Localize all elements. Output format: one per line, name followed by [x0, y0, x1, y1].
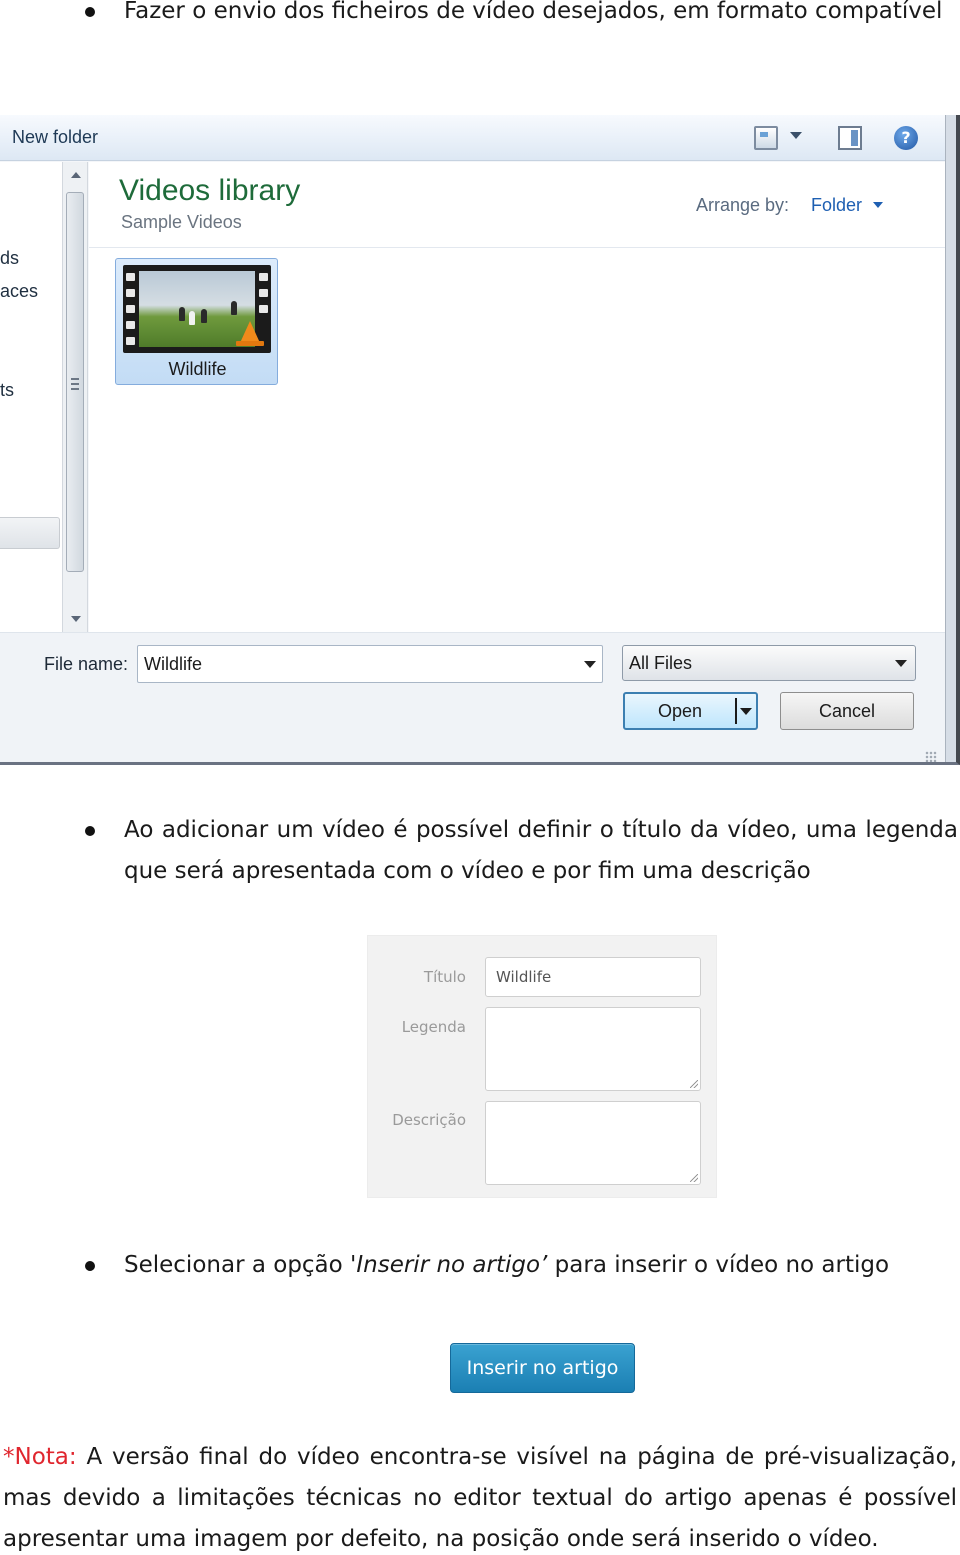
- film-sprocket: [126, 305, 135, 313]
- file-item-wildlife[interactable]: Wildlife: [115, 258, 278, 385]
- film-sprocket: [126, 321, 135, 329]
- library-header: Videos library Sample Videos Arrange by:…: [89, 162, 945, 248]
- film-sprocket: [259, 305, 268, 313]
- film-sprocket: [126, 273, 135, 281]
- bullet-dot: [85, 826, 95, 836]
- change-view-icon[interactable]: [754, 126, 778, 150]
- bullet-dot: [85, 7, 95, 17]
- chevron-down-icon[interactable]: [740, 708, 752, 715]
- description-textarea[interactable]: [485, 1101, 701, 1185]
- nav-item-selected[interactable]: [0, 517, 60, 549]
- new-folder-button[interactable]: New folder: [12, 127, 98, 148]
- preview-pane-icon[interactable]: [838, 126, 862, 150]
- open-button[interactable]: Open: [623, 692, 758, 730]
- caption-textarea[interactable]: [485, 1007, 701, 1091]
- film-sprocket: [259, 273, 268, 281]
- bullet-text: Ao adicionar um vídeo é possível definir…: [124, 817, 958, 884]
- arrange-by-dropdown[interactable]: Folder: [811, 195, 862, 216]
- bird: [189, 311, 195, 325]
- file-list-pane: Videos library Sample Videos Arrange by:…: [89, 162, 945, 632]
- bullet-text-after: para inserir o vídeo no artigo: [547, 1252, 890, 1278]
- nav-item[interactable]: aces: [0, 281, 38, 302]
- film-sprocket: [126, 289, 135, 297]
- file-name-input[interactable]: Wildlife: [137, 645, 603, 683]
- chevron-down-icon[interactable]: [895, 660, 907, 667]
- help-icon[interactable]: ?: [894, 126, 918, 150]
- arrange-by-label: Arrange by:: [696, 195, 790, 215]
- dialog-footer: File name: Wildlife All Files Open Cance…: [0, 632, 945, 762]
- insert-in-article-button[interactable]: Inserir no artigo: [450, 1343, 635, 1393]
- bullet-text-before: Selecionar a opção ': [124, 1252, 357, 1278]
- dialog-toolbar: New folder ?: [0, 115, 945, 161]
- vlc-cone-icon: [240, 321, 260, 343]
- thumbnail-image: [139, 271, 255, 347]
- bird: [201, 309, 207, 323]
- bullet-text-italic: Inserir no artigo’: [356, 1252, 548, 1278]
- window-edge: [945, 115, 956, 762]
- description-label: Descrição: [392, 1111, 466, 1129]
- file-open-dialog: New folder ? ds aces ts Videos library S…: [0, 115, 960, 765]
- file-type-select[interactable]: All Files: [622, 645, 916, 681]
- view-dropdown-icon[interactable]: [790, 132, 802, 139]
- chevron-down-icon[interactable]: [873, 202, 883, 208]
- film-sprocket: [259, 289, 268, 297]
- file-name-label: Wildlife: [168, 359, 227, 379]
- open-button-label: Open: [657, 701, 703, 721]
- resize-grip-icon[interactable]: [925, 751, 937, 762]
- note-text: A versão final do vídeo encontra-se visí…: [3, 1444, 957, 1552]
- library-subtitle: Sample Videos: [121, 212, 242, 232]
- note-prefix: *Nota:: [3, 1444, 77, 1470]
- bird: [231, 301, 237, 315]
- title-label: Título: [423, 968, 466, 986]
- bullet-text: Fazer o envio dos ficheiros de vídeo des…: [124, 0, 943, 24]
- scroll-up-icon[interactable]: [71, 172, 81, 178]
- navigation-pane: ds aces ts: [0, 162, 62, 632]
- file-name-label: File name:: [44, 654, 129, 674]
- bullet-dot: [85, 1261, 95, 1271]
- chevron-down-icon[interactable]: [584, 661, 596, 668]
- nav-item[interactable]: ds: [0, 248, 19, 269]
- title-input[interactable]: Wildlife: [485, 957, 701, 997]
- bird: [179, 307, 185, 321]
- caption-label: Legenda: [401, 1018, 466, 1036]
- nav-scrollbar[interactable]: [62, 162, 88, 632]
- cancel-button[interactable]: Cancel: [780, 692, 914, 730]
- video-details-form: Título Wildlife Legenda Descrição: [367, 935, 717, 1198]
- vlc-cone-base: [236, 341, 264, 346]
- scroll-down-icon[interactable]: [71, 616, 81, 622]
- split-divider: [735, 698, 737, 724]
- grip-icon: [71, 378, 79, 390]
- film-sprocket: [126, 337, 135, 345]
- bullet-text: Selecionar a opção 'Inserir no artigo’ p…: [124, 1245, 958, 1286]
- library-title: Videos library: [119, 174, 301, 207]
- nav-item[interactable]: ts: [0, 380, 14, 401]
- scroll-thumb[interactable]: [66, 192, 84, 572]
- note-paragraph: *Nota: A versão final do vídeo encontra-…: [3, 1437, 957, 1555]
